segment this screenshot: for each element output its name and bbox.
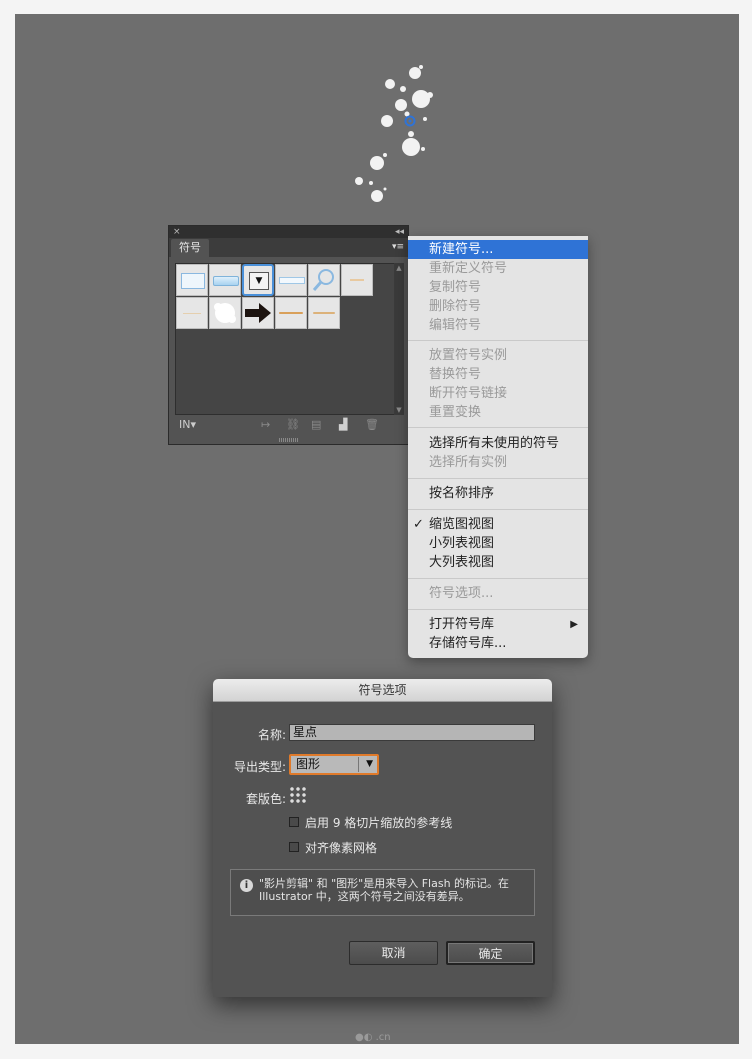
splatter-artwork[interactable] [345, 59, 445, 209]
menu-separator [408, 340, 588, 341]
dialog-title: 符号选项 [213, 679, 552, 702]
symbols-panel: × ◂◂ 符号 ▾≡ ▼ ▲ ▼ IN▾ ↦ ⛓ ▤ ▟ 🗑 [168, 225, 409, 445]
panel-resize-grip[interactable] [279, 438, 299, 442]
menu-separator [408, 478, 588, 479]
menu-separator [408, 578, 588, 579]
info-icon: i [240, 879, 253, 892]
symbol-thumb-swoosh[interactable] [275, 297, 307, 329]
menu-item-small-list-view[interactable]: 小列表视图 [408, 534, 588, 553]
name-input[interactable]: 星点 [289, 724, 535, 741]
dropdown-arrow-icon: ▼ [366, 759, 373, 769]
menu-item-open-symbol-library[interactable]: 打开符号库 ▶ [408, 615, 588, 634]
export-type-label: 导出类型: [233, 760, 286, 774]
break-link-icon[interactable]: ⛓ [286, 418, 300, 432]
menu-item-edit-symbol[interactable]: 编辑符号 [408, 316, 588, 335]
info-box: i "影片剪辑" 和 "图形"是用来导入 Flash 的标记。在 Illustr… [230, 869, 535, 916]
export-type-value: 图形 [296, 757, 321, 771]
new-symbol-icon[interactable]: ▟ [339, 418, 347, 432]
symbol-thumb-arrow[interactable] [242, 297, 274, 329]
menu-item-large-list-view[interactable]: 大列表视图 [408, 553, 588, 572]
menu-separator [408, 609, 588, 610]
symbol-thumb-search-icon[interactable] [308, 264, 340, 296]
pixel-grid-checkbox[interactable] [289, 842, 299, 852]
menu-item-new-symbol[interactable]: 新建符号... [408, 240, 588, 259]
info-text-line-2: Illustrator 中，这两个符号之间没有差异。 [259, 890, 470, 903]
panel-flyout-menu: 新建符号... 重新定义符号 复制符号 删除符号 编辑符号 放置符号实例 替换符… [408, 236, 588, 658]
menu-item-break-link[interactable]: 断开符号链接 [408, 384, 588, 403]
ok-button[interactable]: 确定 [446, 941, 535, 965]
symbol-thumb-light[interactable] [341, 264, 373, 296]
info-text: "影片剪辑" 和 "图形"是用来导入 Flash 的标记。在 Illustrat… [259, 877, 529, 903]
registration-grid-icon[interactable] [289, 786, 306, 803]
name-label: 名称: [257, 728, 286, 742]
symbol-thumb-splat[interactable] [209, 297, 241, 329]
panel-tab-bar: 符号 ▾≡ [169, 238, 408, 257]
watermark-logo: ●◐ .cn [355, 1032, 391, 1043]
menu-item-select-unused[interactable]: 选择所有未使用的符号 [408, 434, 588, 453]
info-text-line-1: "影片剪辑" 和 "图形"是用来导入 Flash 的标记。在 [259, 877, 510, 890]
symbol-thumb-textfield[interactable] [275, 264, 307, 296]
panel-collapse-icon[interactable]: ◂◂ [395, 226, 404, 238]
symbol-options-dialog: 符号选项 名称: 星点 导出类型: 图形 ▼ 套版色: 启用 9 格切片缩放的参… [213, 679, 552, 997]
menu-item-place-instance[interactable]: 放置符号实例 [408, 346, 588, 365]
menu-item-select-all-instances[interactable]: 选择所有实例 [408, 453, 588, 472]
scroll-down-icon[interactable]: ▼ [394, 405, 404, 415]
export-type-select[interactable]: 图形 ▼ [289, 754, 379, 775]
symbol-thumb-frame[interactable] [176, 264, 208, 296]
symbol-thumbnails-grid: ▼ [175, 263, 396, 415]
registration-label: 套版色: [245, 792, 286, 806]
panel-scrollbar[interactable]: ▲ ▼ [394, 263, 404, 415]
nine-slice-label: 启用 9 格切片缩放的参考线 [305, 816, 453, 830]
submenu-arrow-icon: ▶ [570, 619, 578, 630]
cancel-button[interactable]: 取消 [349, 941, 438, 965]
symbol-thumb-dropdown[interactable]: ▼ [242, 264, 274, 296]
tab-symbols[interactable]: 符号 [171, 239, 209, 257]
menu-item-redefine-symbol[interactable]: 重新定义符号 [408, 259, 588, 278]
symbol-thumb-light-2[interactable] [176, 297, 208, 329]
checkmark-icon: ✓ [413, 517, 424, 532]
nine-slice-checkbox[interactable] [289, 817, 299, 827]
menu-item-symbol-options[interactable]: 符号选项... [408, 584, 588, 603]
menu-item-reset-transform[interactable]: 重置变换 [408, 403, 588, 422]
delete-symbol-icon[interactable]: 🗑 [365, 418, 379, 432]
panel-title-strip: × ◂◂ [169, 226, 408, 238]
symbol-thumb-swoosh-2[interactable] [308, 297, 340, 329]
panel-bottom-toolbar: IN▾ ↦ ⛓ ▤ ▟ 🗑 [169, 416, 408, 434]
menu-item-duplicate-symbol[interactable]: 复制符号 [408, 278, 588, 297]
place-symbol-instance-icon[interactable]: ↦ [261, 418, 270, 432]
panel-close-icon[interactable]: × [173, 226, 181, 238]
menu-item-replace-symbol[interactable]: 替换符号 [408, 365, 588, 384]
pixel-grid-label: 对齐像素网格 [305, 841, 378, 855]
menu-item-delete-symbol[interactable]: 删除符号 [408, 297, 588, 316]
menu-separator [408, 427, 588, 428]
symbol-library-menu-icon[interactable]: IN▾ [179, 418, 196, 432]
menu-separator [408, 509, 588, 510]
panel-menu-icon[interactable]: ▾≡ [391, 241, 405, 253]
symbol-options-icon[interactable]: ▤ [311, 418, 321, 432]
menu-item-save-symbol-library[interactable]: 存储符号库... [408, 634, 588, 653]
menu-item-sort-by-name[interactable]: 按名称排序 [408, 484, 588, 503]
menu-item-thumbnail-view[interactable]: ✓ 缩览图视图 [408, 515, 588, 534]
scroll-up-icon[interactable]: ▲ [394, 263, 404, 273]
symbol-thumb-bar[interactable] [209, 264, 241, 296]
